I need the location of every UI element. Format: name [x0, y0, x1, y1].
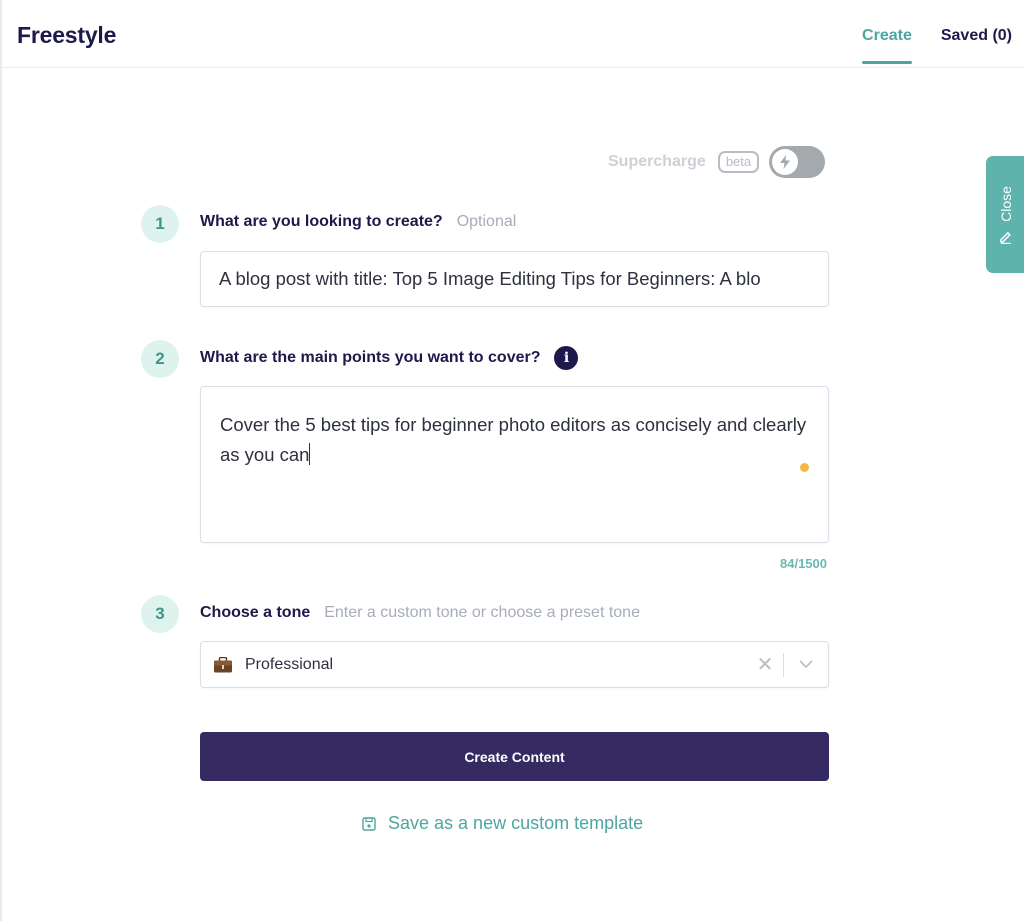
supercharge-label: Supercharge [608, 153, 706, 170]
save-template-link[interactable]: Save as a new custom template [362, 813, 643, 834]
page-title: Freestyle [17, 22, 117, 48]
tone-selected-value: Professional [245, 655, 334, 673]
text-caret [309, 443, 311, 465]
header-tabs: Create Saved (0) [833, 0, 1012, 68]
save-icon [362, 816, 376, 831]
toggle-knob [772, 149, 799, 175]
beta-badge: beta [717, 151, 760, 173]
step-number-1: 1 [141, 205, 179, 243]
step-1-label: What are you looking to create? Optional [200, 213, 516, 231]
freestyle-page: Freestyle Create Saved (0) Supercharge b… [0, 0, 1024, 921]
clear-icon[interactable]: ✕ [747, 652, 783, 677]
create-content-button[interactable]: Create Content [200, 732, 829, 781]
main-points-textarea[interactable]: Cover the 5 best tips for beginner photo… [200, 386, 829, 543]
pencil-icon [1000, 231, 1012, 244]
lightning-icon [780, 155, 791, 169]
step-number-3: 3 [141, 595, 179, 633]
header: Freestyle Create Saved (0) [2, 0, 1024, 68]
tab-create[interactable]: Create [862, 0, 912, 68]
info-icon[interactable]: i [554, 346, 579, 370]
step-3-label: Choose a tone Enter a custom tone or cho… [200, 604, 640, 622]
tab-saved[interactable]: Saved (0) [941, 0, 1012, 68]
briefcase-icon [214, 656, 232, 672]
main-points-text: Cover the 5 best tips for beginner photo… [220, 414, 807, 465]
step-3-hint: Enter a custom tone or choose a preset t… [324, 604, 640, 621]
supercharge-toggle[interactable] [769, 146, 826, 178]
chevron-down-icon[interactable] [784, 660, 828, 669]
status-dot [800, 463, 809, 472]
close-side-tab[interactable]: Close [986, 156, 1024, 273]
step-2-title: What are the main points you want to cov… [200, 349, 541, 366]
create-description-input[interactable]: A blog post with title: Top 5 Image Edit… [200, 251, 829, 307]
step-1-title: What are you looking to create? [200, 213, 443, 230]
character-counter: 84/1500 [780, 556, 827, 571]
step-1-hint: Optional [456, 213, 517, 230]
close-label: Close [998, 185, 1015, 222]
step-2-label: What are the main points you want to cov… [200, 346, 579, 370]
step-number-2: 2 [141, 340, 179, 378]
save-template-label: Save as a new custom template [388, 813, 644, 833]
tone-select[interactable]: Professional ✕ [200, 641, 829, 688]
supercharge-control: Supercharge beta [608, 146, 826, 178]
step-3-title: Choose a tone [200, 604, 311, 621]
